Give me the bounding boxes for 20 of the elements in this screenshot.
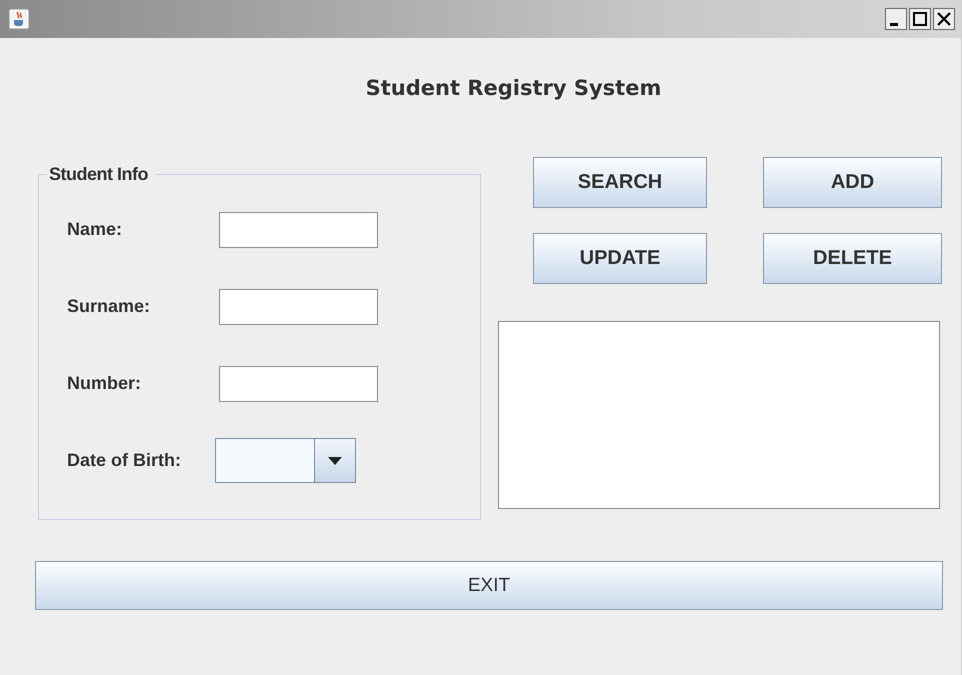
window-heading: Student Registry System: [364, 76, 662, 102]
panel-title: Student Info: [48, 164, 149, 185]
input-field[interactable]: [219, 288, 378, 324]
action-button[interactable]: DELETE: [763, 233, 942, 284]
caret-icon: [328, 456, 342, 464]
field-label: Name:: [67, 219, 124, 240]
coffee-cup-icon: [8, 8, 30, 30]
action-button[interactable]: UPDATE: [533, 233, 707, 284]
field-label: Date of Birth:: [67, 450, 182, 471]
exit-button[interactable]: EXIT: [35, 561, 943, 610]
date-dropdown[interactable]: [215, 438, 356, 483]
close-icon[interactable]: [933, 8, 955, 30]
field-label: Surname:: [67, 296, 152, 317]
input-field[interactable]: [219, 366, 378, 402]
input-field[interactable]: [219, 212, 378, 248]
action-button[interactable]: SEARCH: [533, 157, 707, 208]
action-button[interactable]: ADD: [763, 157, 942, 208]
field-label: Number:: [67, 373, 142, 394]
minimize-icon[interactable]: [885, 8, 907, 30]
maximize-icon[interactable]: [909, 8, 931, 30]
